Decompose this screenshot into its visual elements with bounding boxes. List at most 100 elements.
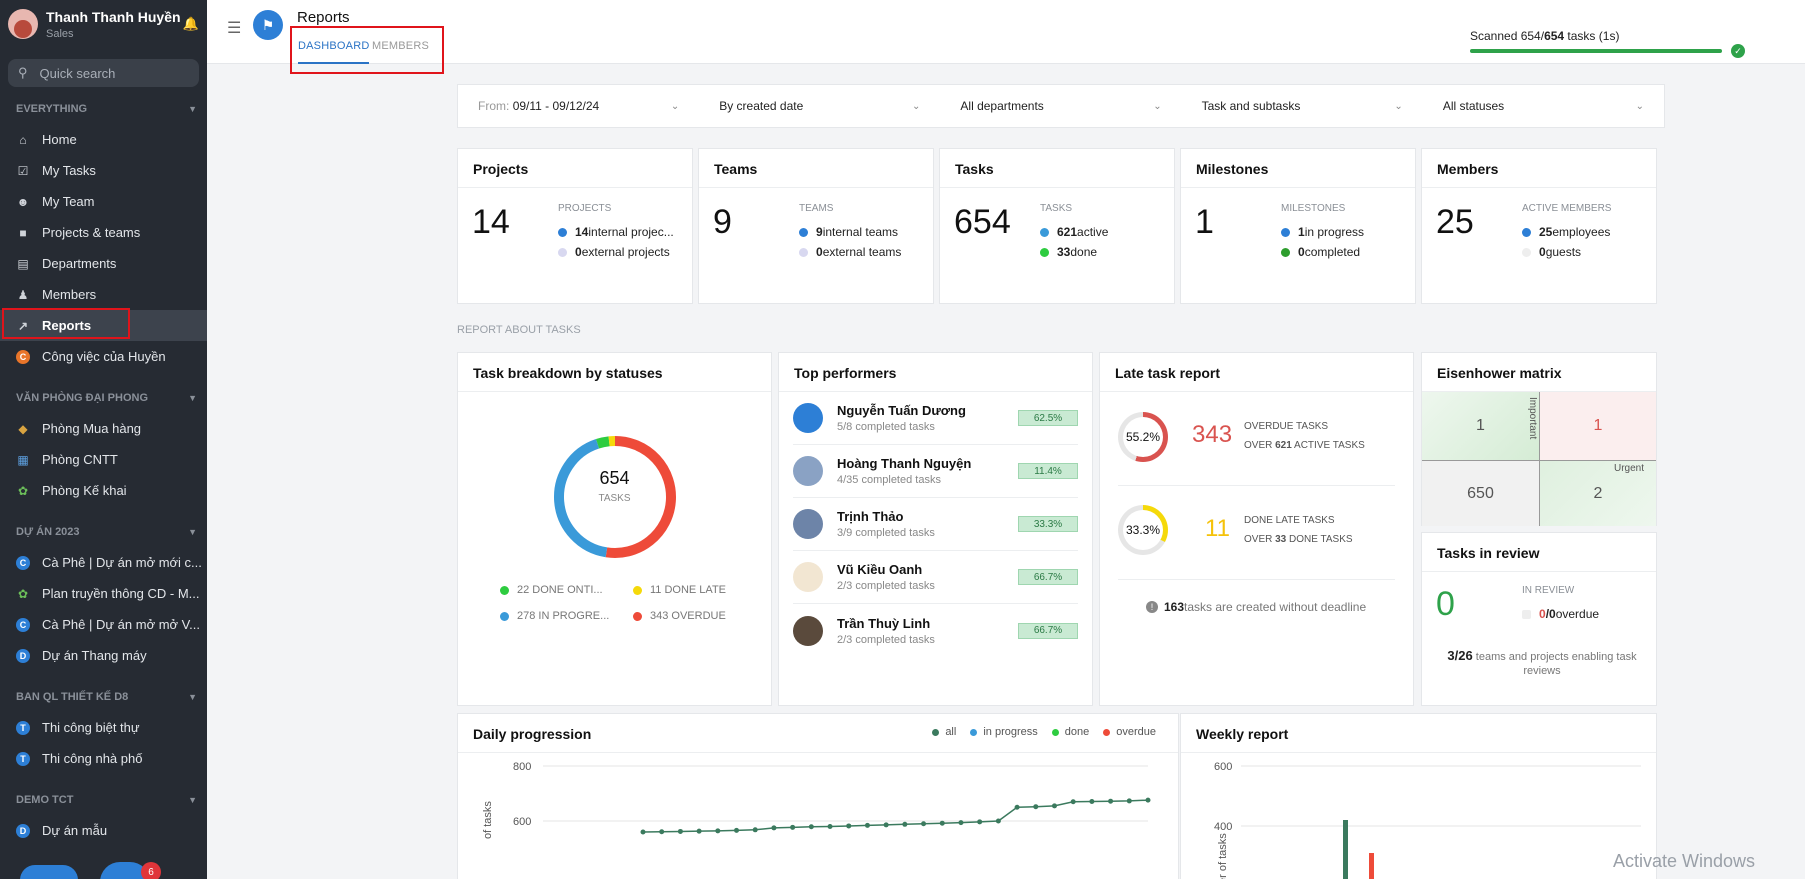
sidebar-item-projects[interactable]: ■ Projects & teams bbox=[0, 217, 207, 248]
data-point[interactable] bbox=[752, 827, 758, 833]
chevron-down-icon[interactable]: ▼ bbox=[188, 795, 197, 805]
legend-item[interactable]: 11 DONE LATE bbox=[633, 584, 726, 596]
quadrant-important-not-urgent[interactable]: 1 bbox=[1422, 392, 1539, 460]
data-point[interactable] bbox=[1089, 798, 1095, 804]
data-point[interactable] bbox=[1126, 798, 1132, 804]
data-point[interactable] bbox=[921, 821, 927, 827]
chevron-down-icon[interactable]: ▼ bbox=[188, 527, 197, 537]
sidebar-item-ke-khai[interactable]: ✿ Phòng Kế khai bbox=[0, 475, 207, 506]
performer-row[interactable]: Hoàng Thanh Nguyện 4/35 completed tasks 11… bbox=[793, 445, 1078, 498]
performer-row[interactable]: Trịnh Thảo 3/9 completed tasks 33.3% bbox=[793, 498, 1078, 551]
data-point[interactable] bbox=[846, 823, 852, 829]
section-ban-ql[interactable]: BAN QL THIẾT KẾ D8 ▼ bbox=[0, 681, 207, 712]
menu-icon[interactable]: ☰ bbox=[227, 18, 241, 38]
data-point[interactable] bbox=[808, 824, 814, 830]
bar-overdue[interactable] bbox=[1369, 853, 1374, 879]
sidebar-item-my-team[interactable]: ☻ My Team bbox=[0, 186, 207, 217]
fab-button[interactable] bbox=[20, 865, 78, 879]
data-point[interactable] bbox=[977, 819, 983, 825]
sidebar-item-project[interactable]: C Cà Phê | Dự án mở mới c... bbox=[0, 547, 207, 578]
data-point[interactable] bbox=[659, 829, 665, 835]
data-point[interactable] bbox=[864, 822, 870, 828]
data-point[interactable] bbox=[1070, 799, 1076, 805]
members-card[interactable]: Members 25 ACTIVE MEMBERS 25 employees 0… bbox=[1421, 148, 1657, 304]
sidebar-item-departments[interactable]: ▤ Departments bbox=[0, 248, 207, 279]
task-type-filter[interactable]: Task and subtasks ⌄ bbox=[1182, 85, 1423, 127]
department-filter[interactable]: All departments ⌄ bbox=[940, 85, 1181, 127]
section-van-phong[interactable]: VĂN PHÒNG ĐẠI PHONG ▼ bbox=[0, 382, 207, 413]
data-point[interactable] bbox=[734, 827, 740, 833]
sidebar-item-label: My Tasks bbox=[42, 163, 96, 178]
legend-item[interactable]: 278 IN PROGRE... bbox=[500, 610, 609, 622]
card-title: Members bbox=[1422, 149, 1656, 188]
sidebar-item-my-tasks[interactable]: ☑ My Tasks bbox=[0, 155, 207, 186]
tab-members[interactable]: MEMBERS bbox=[372, 40, 429, 52]
tasks-card[interactable]: Tasks 654 TASKS 621 active 33 done bbox=[939, 148, 1175, 304]
sidebar-item-mua-hang[interactable]: ◆ Phòng Mua hàng bbox=[0, 413, 207, 444]
legend-item[interactable]: done bbox=[1051, 726, 1089, 738]
bell-icon[interactable]: 🔔 bbox=[183, 16, 199, 32]
stat-num: 0 bbox=[1539, 245, 1546, 259]
data-point[interactable] bbox=[715, 828, 721, 834]
chevron-down-icon[interactable]: ▼ bbox=[188, 692, 197, 702]
sidebar-item-label: Công việc của Huyền bbox=[42, 349, 166, 364]
legend-item[interactable]: overdue bbox=[1103, 726, 1156, 738]
section-demo[interactable]: DEMO TCT ▼ bbox=[0, 784, 207, 815]
data-point[interactable] bbox=[995, 818, 1001, 824]
quadrant-important-urgent[interactable]: 1 bbox=[1539, 392, 1656, 460]
sidebar-item-cong-viec[interactable]: C Công việc của Huyền bbox=[0, 341, 207, 372]
sidebar-item-project[interactable]: ✿ Plan truyền thông CD - M... bbox=[0, 578, 207, 609]
data-point[interactable] bbox=[958, 820, 964, 826]
sidebar-item-project[interactable]: D Dự án Thang máy bbox=[0, 640, 207, 671]
data-point[interactable] bbox=[677, 828, 683, 834]
chevron-down-icon[interactable]: ▼ bbox=[188, 393, 197, 403]
avatar[interactable] bbox=[8, 9, 38, 39]
sidebar-item-project[interactable]: D Dự án mẫu bbox=[0, 815, 207, 846]
performer-row[interactable]: Vũ Kiều Oanh 2/3 completed tasks 66.7% bbox=[793, 551, 1078, 604]
sidebar-item-cntt[interactable]: ▦ Phòng CNTT bbox=[0, 444, 207, 475]
review-overdue: 0/0 overdue bbox=[1522, 607, 1599, 621]
section-everything[interactable]: EVERYTHING ▼ bbox=[0, 93, 207, 124]
user-header[interactable]: Thanh Thanh Huyền Sales 🔔 bbox=[0, 0, 207, 48]
sidebar-item-home[interactable]: ⌂ Home bbox=[0, 124, 207, 155]
status-filter[interactable]: All statuses ⌄ bbox=[1423, 85, 1664, 127]
data-point[interactable] bbox=[790, 824, 796, 830]
data-point[interactable] bbox=[640, 829, 646, 835]
chevron-down-icon[interactable]: ▼ bbox=[188, 104, 197, 114]
sidebar-item-reports[interactable]: ↗ Reports bbox=[0, 308, 207, 341]
performer-row[interactable]: Trần Thuỳ Linh 2/3 completed tasks 66.7% bbox=[793, 604, 1078, 657]
milestones-card[interactable]: Milestones 1 MILESTONES 1 in progress 0 … bbox=[1180, 148, 1416, 304]
legend-item[interactable]: 22 DONE ONTI... bbox=[500, 584, 603, 596]
performer-row[interactable]: Nguyễn Tuấn Dương 5/8 completed tasks 62.5… bbox=[793, 392, 1078, 445]
date-range-filter[interactable]: From: 09/11 - 09/12/24 ⌄ bbox=[458, 85, 699, 127]
bar-all[interactable] bbox=[1343, 820, 1348, 879]
data-point[interactable] bbox=[1145, 797, 1151, 803]
section-du-an-2023[interactable]: DỰ ÁN 2023 ▼ bbox=[0, 516, 207, 547]
teams-card[interactable]: Teams 9 TEAMS 9 internal teams 0 externa… bbox=[698, 148, 934, 304]
data-point[interactable] bbox=[827, 824, 833, 829]
tab-dashboard[interactable]: DASHBOARD bbox=[298, 40, 370, 64]
sidebar-item-project[interactable]: C Cà Phê | Dự án mở mở V... bbox=[0, 609, 207, 640]
data-point[interactable] bbox=[939, 820, 945, 826]
sidebar-item-project[interactable]: T Thi công nhà phố bbox=[0, 743, 207, 774]
legend-item[interactable]: 343 OVERDUE bbox=[633, 610, 726, 622]
date-type-filter[interactable]: By created date ⌄ bbox=[699, 85, 940, 127]
legend-item[interactable]: all bbox=[932, 726, 956, 738]
data-point[interactable] bbox=[883, 822, 889, 828]
data-point[interactable] bbox=[1014, 804, 1020, 810]
stat-num: 25 bbox=[1539, 225, 1553, 239]
donut-slice[interactable] bbox=[595, 436, 610, 449]
projects-card[interactable]: Projects 14 PROJECTS 14 internal projec.… bbox=[457, 148, 693, 304]
quadrant-not-important-not-urgent[interactable]: 650 bbox=[1422, 460, 1539, 526]
data-point[interactable] bbox=[1033, 804, 1039, 810]
sidebar-item-members[interactable]: ♟ Members bbox=[0, 279, 207, 310]
sidebar-item-project[interactable]: T Thi công biệt thự bbox=[0, 712, 207, 743]
daily-progression-card: Daily progression all in progress done o… bbox=[457, 713, 1179, 879]
data-point[interactable] bbox=[1051, 803, 1057, 809]
legend-item[interactable]: in progress bbox=[970, 726, 1038, 738]
data-point[interactable] bbox=[902, 821, 908, 827]
data-point[interactable] bbox=[771, 825, 777, 831]
data-point[interactable] bbox=[1108, 798, 1114, 804]
data-point[interactable] bbox=[696, 828, 702, 834]
search-input[interactable]: ⚲ Quick search bbox=[8, 59, 199, 87]
